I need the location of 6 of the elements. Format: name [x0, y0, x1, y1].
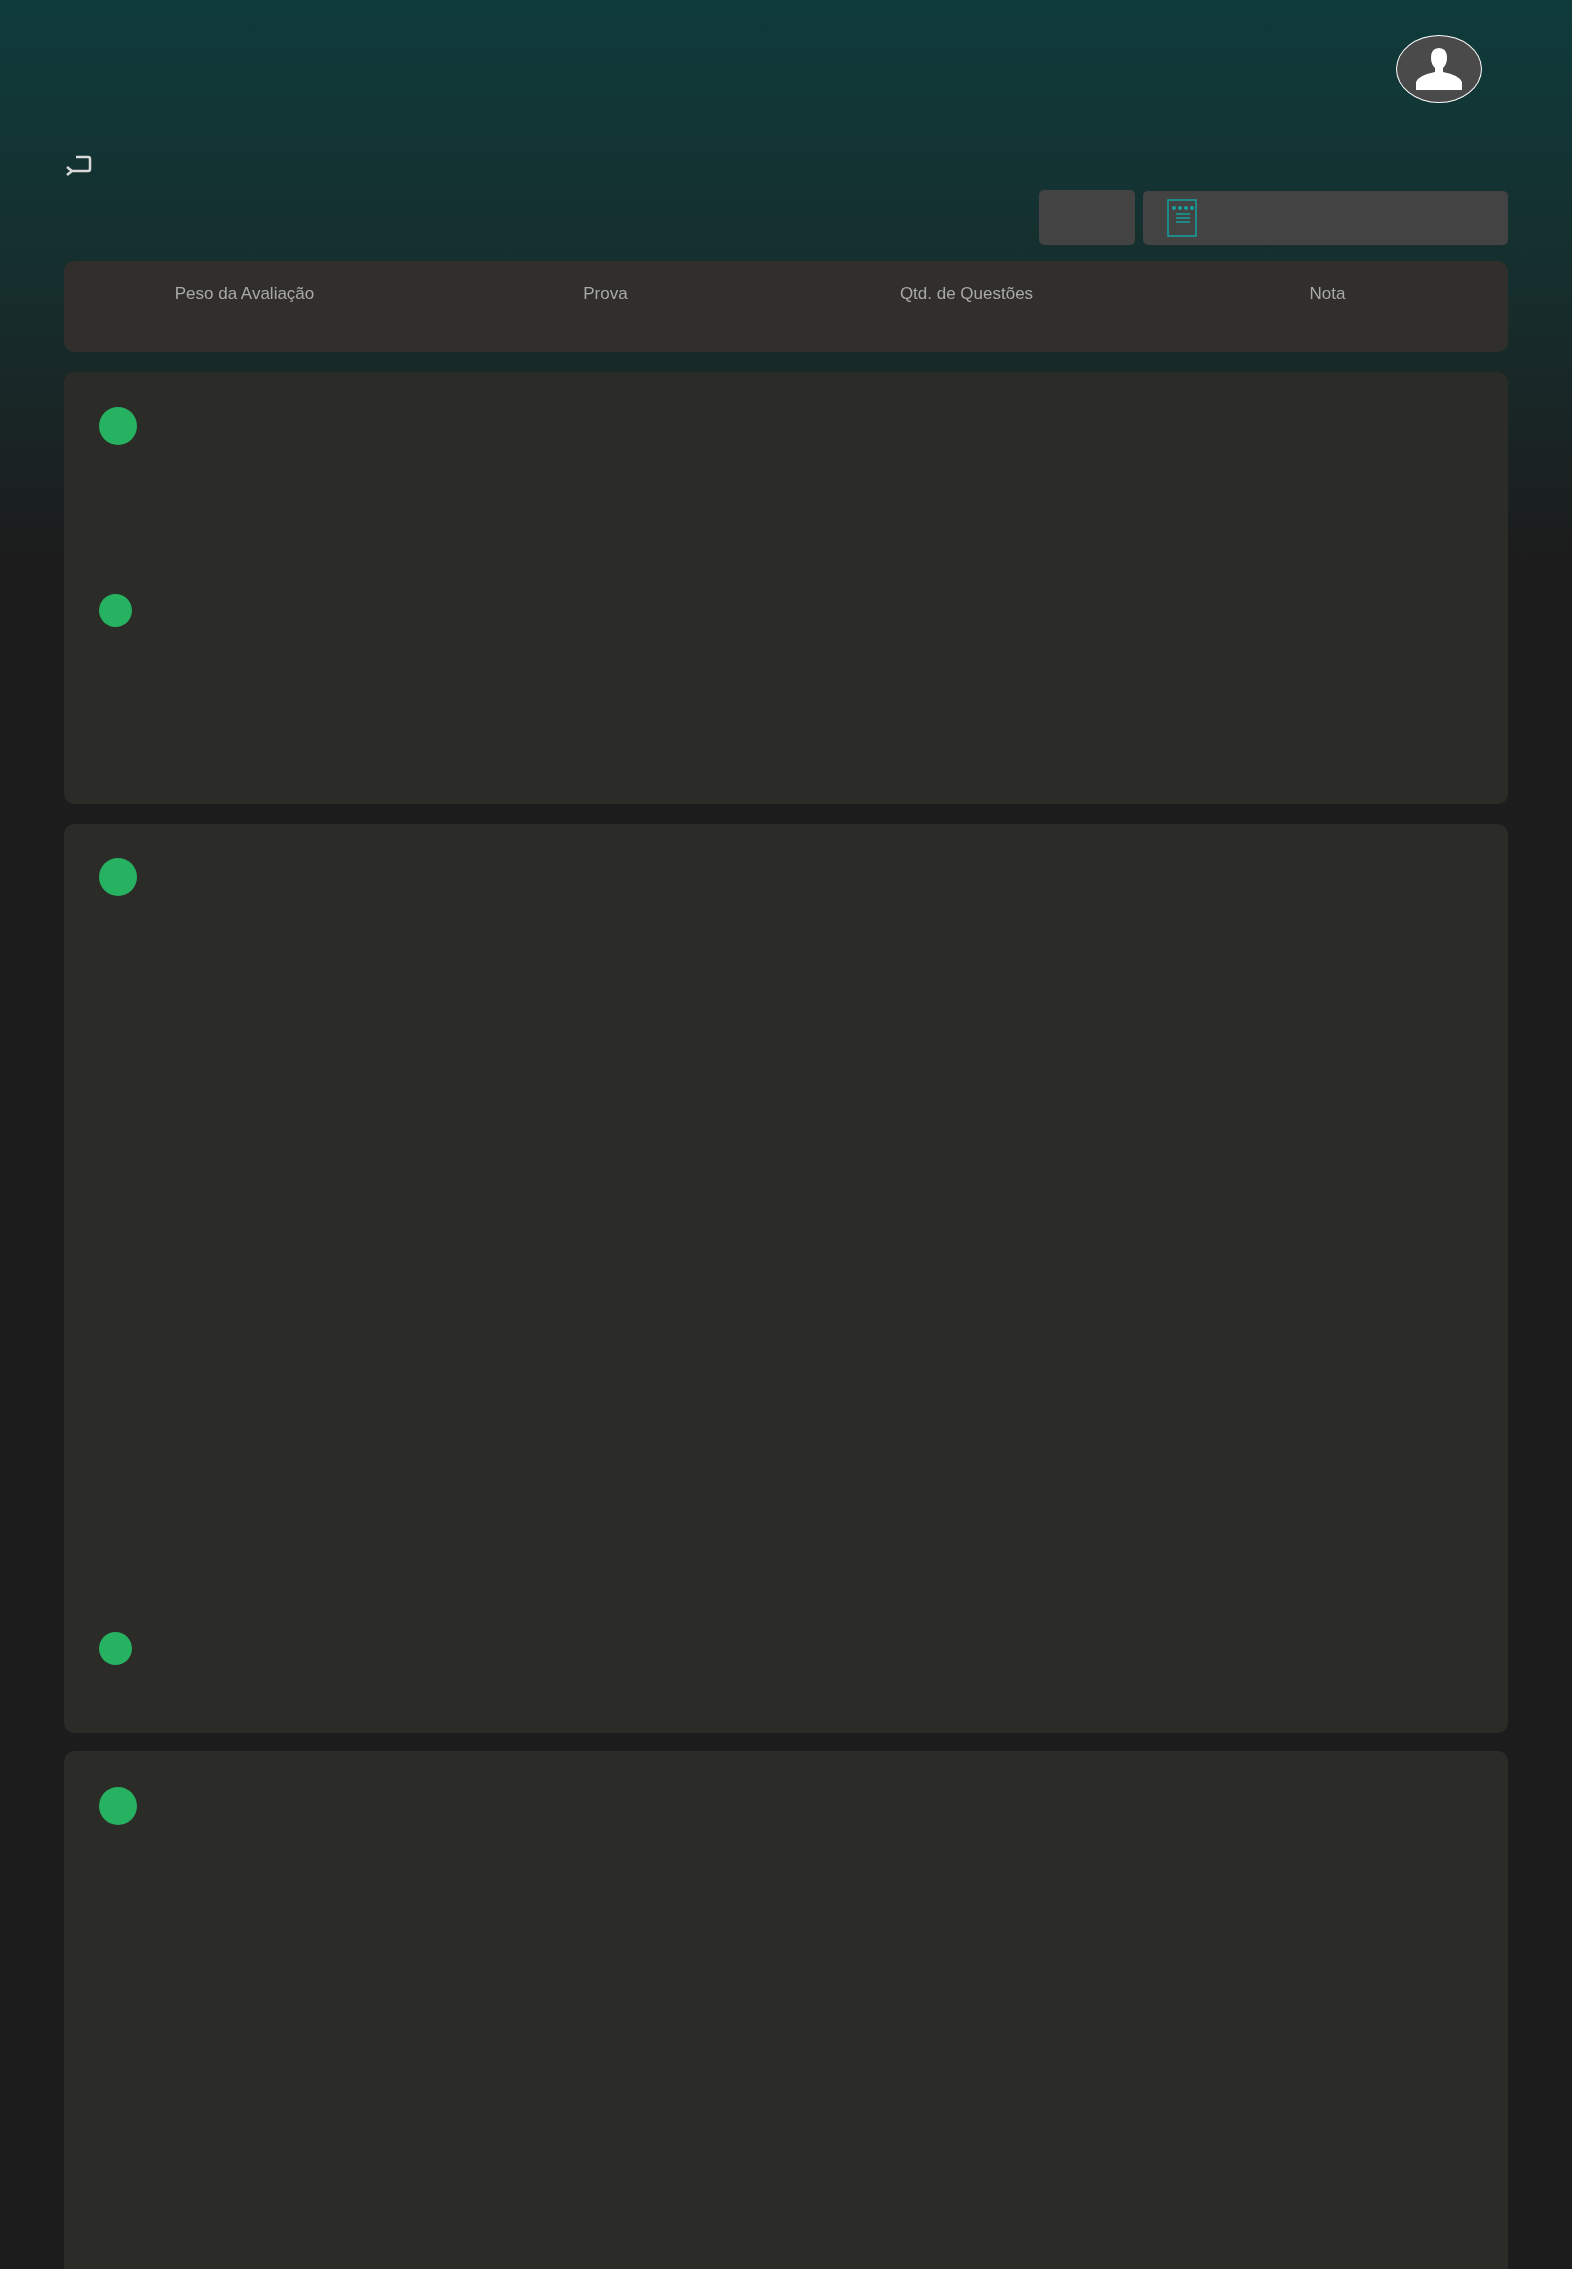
- column-header: Peso da Avaliação: [174, 283, 315, 305]
- user-icon: [1415, 48, 1463, 90]
- column-header: Prova: [583, 283, 628, 305]
- column-header: Nota: [1309, 283, 1346, 305]
- document-icon: [1167, 199, 1197, 237]
- column-header: Qtd. de Questões: [899, 283, 1034, 305]
